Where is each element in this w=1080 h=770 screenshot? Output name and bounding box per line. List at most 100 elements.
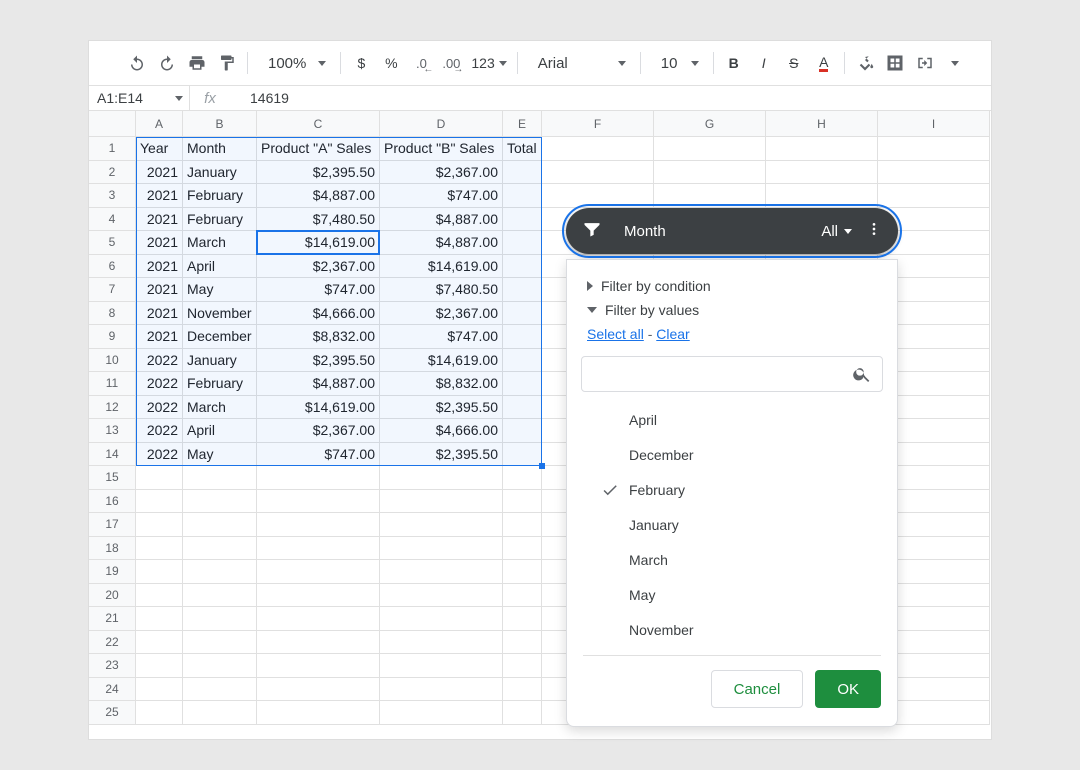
cell[interactable] [136,560,183,584]
row-header[interactable]: 2 [89,161,136,185]
row-header[interactable]: 8 [89,302,136,326]
cell[interactable]: $4,887.00 [380,208,503,232]
borders-button[interactable] [881,49,909,77]
cell[interactable] [503,255,542,279]
row-header[interactable]: 17 [89,513,136,537]
cell[interactable] [503,466,542,490]
cell[interactable] [380,631,503,655]
cell[interactable]: March [183,396,257,420]
print-button[interactable] [183,49,211,77]
column-header[interactable]: B [183,111,257,137]
name-box[interactable]: A1:E14 [89,90,189,106]
cell[interactable] [257,537,380,561]
cell[interactable] [183,654,257,678]
cell[interactable]: $8,832.00 [380,372,503,396]
cell[interactable] [878,184,990,208]
italic-button[interactable]: I [750,49,778,77]
filter-value-item[interactable]: February [579,472,885,507]
cell[interactable] [542,184,654,208]
cell[interactable] [503,490,542,514]
cell[interactable] [183,701,257,725]
row-header[interactable]: 1 [89,137,136,161]
row-header[interactable]: 19 [89,560,136,584]
cell[interactable] [257,654,380,678]
cell[interactable] [257,701,380,725]
cell[interactable]: November [183,302,257,326]
row-header[interactable]: 15 [89,466,136,490]
cell[interactable]: 2022 [136,443,183,467]
cell[interactable]: $747.00 [257,443,380,467]
cell[interactable]: $2,367.00 [380,302,503,326]
cell[interactable] [503,208,542,232]
cell[interactable]: January [183,349,257,373]
row-header[interactable]: 18 [89,537,136,561]
row-header[interactable]: 23 [89,654,136,678]
filter-value-item[interactable]: November [579,612,885,647]
cell[interactable] [503,513,542,537]
row-header[interactable]: 21 [89,607,136,631]
column-header[interactable]: H [766,111,878,137]
cell[interactable]: $14,619.00 [380,349,503,373]
cell[interactable]: 2021 [136,231,183,255]
filter-pill[interactable]: Month All [566,208,898,254]
cell[interactable] [183,678,257,702]
zoom-dropdown[interactable]: 100% [254,55,334,72]
redo-button[interactable] [153,49,181,77]
filter-value-item[interactable]: May [579,577,885,612]
cell[interactable]: 2021 [136,278,183,302]
currency-button[interactable]: $ [347,49,375,77]
cell[interactable] [136,490,183,514]
cell[interactable]: 2022 [136,349,183,373]
row-header[interactable]: 20 [89,584,136,608]
cell[interactable] [766,184,878,208]
cell[interactable] [654,161,766,185]
cell[interactable]: March [183,231,257,255]
cell[interactable] [878,137,990,161]
cell[interactable] [503,231,542,255]
cell[interactable]: April [183,255,257,279]
font-size-dropdown[interactable]: 10 [647,55,707,72]
cell[interactable] [380,607,503,631]
cell[interactable]: April [183,419,257,443]
cell[interactable]: $4,666.00 [257,302,380,326]
cell[interactable] [183,466,257,490]
row-header[interactable]: 16 [89,490,136,514]
formula-input[interactable]: 14619 [230,90,289,106]
cell[interactable] [136,466,183,490]
cell[interactable] [503,537,542,561]
cell[interactable]: $2,395.50 [257,349,380,373]
row-header[interactable]: 3 [89,184,136,208]
percent-button[interactable]: % [377,49,405,77]
clear-link[interactable]: Clear [656,326,689,342]
row-header[interactable]: 24 [89,678,136,702]
cell[interactable] [503,161,542,185]
cell[interactable] [257,584,380,608]
row-header[interactable]: 25 [89,701,136,725]
cell[interactable]: February [183,372,257,396]
cell[interactable] [503,654,542,678]
filter-value-item[interactable]: April [579,402,885,437]
cell[interactable]: Month [183,137,257,161]
cell[interactable] [183,607,257,631]
increase-decimal-button[interactable]: .00→ [437,49,465,77]
cell[interactable] [503,278,542,302]
cell[interactable] [136,513,183,537]
row-header[interactable]: 6 [89,255,136,279]
more-formats-dropdown[interactable]: 123 [467,49,510,77]
ok-button[interactable]: OK [815,670,881,708]
cell[interactable] [503,419,542,443]
cell[interactable] [257,513,380,537]
text-color-button[interactable]: A [810,49,838,77]
filter-search-input[interactable] [592,366,852,382]
cell[interactable] [136,584,183,608]
column-header[interactable]: I [878,111,990,137]
filter-value-item[interactable]: March [579,542,885,577]
cell[interactable] [380,678,503,702]
fill-color-button[interactable] [851,49,879,77]
column-header[interactable]: C [257,111,380,137]
cell[interactable]: $2,395.50 [380,443,503,467]
cell[interactable] [257,607,380,631]
cell[interactable] [136,537,183,561]
cell[interactable]: 2021 [136,184,183,208]
cell[interactable] [257,678,380,702]
